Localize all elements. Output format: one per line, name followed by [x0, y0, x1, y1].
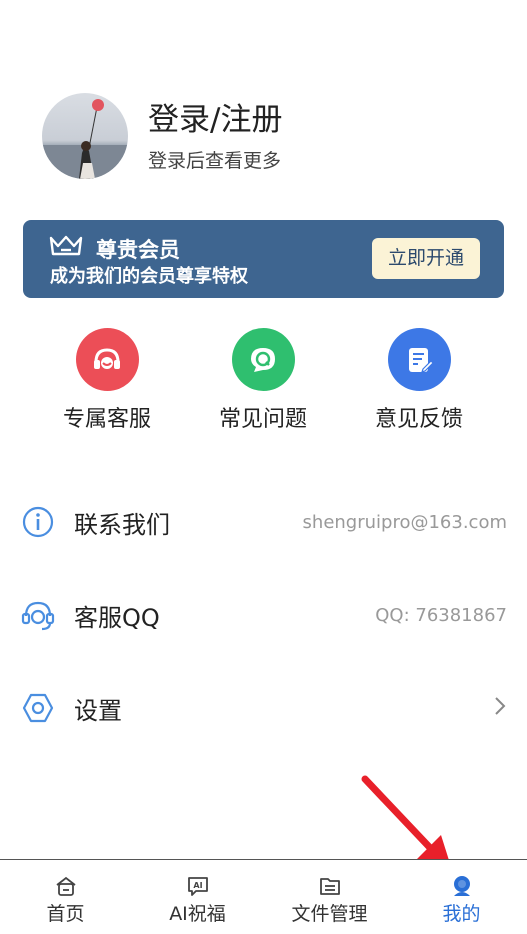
login-hint: 登录后查看更多	[148, 149, 282, 172]
activate-vip-button[interactable]: 立即开通	[372, 238, 480, 279]
customer-qq-label: 客服QQ	[74, 603, 160, 632]
avatar[interactable]	[42, 93, 128, 179]
contact-us-label: 联系我们	[74, 510, 170, 539]
tab-home[interactable]: 首页	[0, 860, 131, 934]
feedback-icon	[387, 328, 451, 391]
shortcut-feedback[interactable]: 意见反馈	[364, 328, 474, 433]
vip-subtitle: 成为我们的会员尊享特权	[50, 266, 248, 287]
svg-text:AI: AI	[193, 881, 202, 890]
question-icon	[231, 328, 295, 391]
tab-mine[interactable]: 我的	[396, 860, 527, 934]
shortcut-label: 意见反馈	[374, 407, 463, 432]
contact-us-row[interactable]: 联系我们 shengruipro@163.com	[20, 502, 507, 542]
vip-banner[interactable]: 尊贵会员 成为我们的会员尊享特权 立即开通	[23, 220, 504, 298]
ai-chat-icon: AI	[186, 874, 210, 898]
home-icon	[54, 874, 78, 898]
tab-file-manager[interactable]: 文件管理	[264, 860, 395, 934]
tab-label: AI祝福	[169, 903, 226, 925]
contact-email: shengruipro@163.com	[302, 511, 507, 533]
headset-outline-icon	[20, 597, 56, 633]
tab-label: 我的	[442, 903, 481, 925]
vip-title: 尊贵会员	[96, 238, 180, 262]
shortcut-label: 常见问题	[218, 407, 307, 432]
info-icon	[20, 504, 56, 540]
customer-qq-row[interactable]: 客服QQ QQ: 76381867	[20, 595, 507, 635]
tab-label: 首页	[46, 903, 85, 925]
tab-ai-blessing[interactable]: AI AI祝福	[132, 860, 263, 934]
folder-icon	[318, 874, 342, 898]
hexagon-settings-icon	[20, 690, 56, 726]
tab-label: 文件管理	[291, 903, 368, 925]
chevron-right-icon	[493, 695, 507, 722]
crown-icon	[48, 234, 84, 264]
profile-header[interactable]: 登录/注册 登录后查看更多	[42, 93, 282, 179]
shortcut-faq[interactable]: 常见问题	[208, 328, 318, 433]
settings-row[interactable]: 设置	[20, 688, 507, 728]
login-register-link[interactable]: 登录/注册	[148, 100, 282, 140]
qq-number: QQ: 76381867	[375, 604, 507, 626]
headset-icon	[75, 328, 139, 391]
shortcut-label: 专属客服	[62, 407, 151, 432]
bottom-tab-bar: 首页 AI AI祝福 文件管理 我的	[0, 859, 527, 934]
profile-icon	[450, 874, 474, 898]
settings-label: 设置	[74, 696, 122, 725]
shortcut-customer-service[interactable]: 专属客服	[52, 328, 162, 433]
